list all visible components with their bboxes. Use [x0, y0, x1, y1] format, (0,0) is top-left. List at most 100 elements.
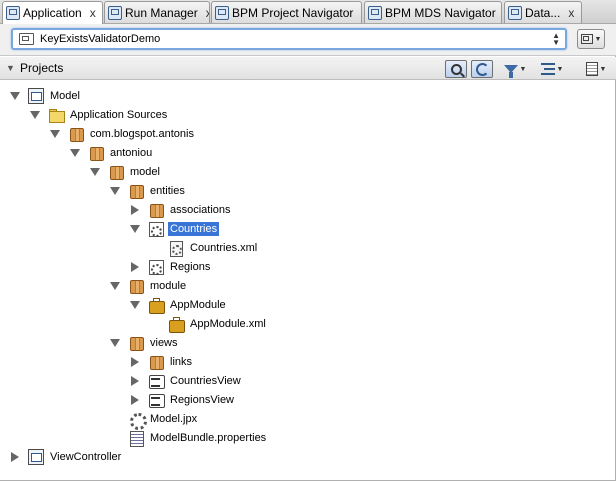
tree-node-com-blogspot-antonis[interactable]: com.blogspot.antonis [50, 124, 196, 143]
package-icon [108, 164, 124, 180]
close-icon[interactable]: x [90, 6, 96, 20]
expand-toggle-icon[interactable] [90, 167, 100, 176]
tree-node-label: entities [150, 184, 185, 197]
project-icon [28, 448, 44, 465]
tree-node-appmodule[interactable]: AppModule [130, 295, 228, 314]
working-sets-button[interactable]: ▼ [539, 60, 565, 78]
xml-file-icon [168, 240, 184, 257]
tree-node-label: ViewController [50, 450, 122, 463]
project-menu-button[interactable]: ▼ [583, 60, 609, 78]
tab-label: BPM MDS Navigator [385, 5, 496, 20]
chevron-down-icon: ▼ [556, 65, 564, 73]
project-icon [28, 87, 44, 104]
tree-node-modelbundle[interactable]: ModelBundle.properties [128, 428, 268, 447]
projects-panel-title[interactable]: Projects [20, 61, 63, 75]
tree-node-label: RegionsView [170, 393, 235, 406]
tree-node-regionsview[interactable]: RegionsView [131, 390, 236, 409]
package-icon [128, 183, 144, 199]
collapse-projects-icon[interactable]: ▼ [6, 63, 15, 73]
tab-data[interactable]: Data... x [504, 1, 582, 23]
collapse-toggle-icon[interactable] [131, 375, 139, 386]
entity-object-icon [148, 221, 164, 237]
expand-toggle-icon[interactable] [70, 148, 80, 157]
updown-arrows-icon: ▲ ▼ [552, 31, 560, 47]
package-icon [148, 354, 164, 370]
chevron-down-icon: ▼ [594, 35, 602, 43]
expand-toggle-icon[interactable] [50, 129, 60, 138]
tree-node-label: links [170, 355, 193, 368]
tree-node-label: CountriesView [170, 374, 241, 387]
project-document-icon [585, 62, 598, 76]
tree-node-label: AppModule.xml [190, 317, 266, 330]
expand-toggle-icon[interactable] [110, 338, 120, 347]
expand-toggle-icon[interactable] [110, 281, 120, 290]
package-icon [128, 335, 144, 351]
tree-node-label: model [130, 165, 160, 178]
sync-button[interactable] [471, 60, 493, 78]
tree-node-views[interactable]: views [110, 333, 180, 352]
close-icon[interactable]: x [568, 6, 574, 20]
tree-node-associations[interactable]: associations [131, 200, 233, 219]
properties-file-icon [128, 430, 144, 447]
tree-node-label: AppModule [170, 298, 226, 311]
tab-bpm-mds-navigator[interactable]: BPM MDS Navigator x [364, 1, 502, 23]
application-select-value: KeyExistsValidatorDemo [40, 33, 161, 45]
collapse-toggle-icon[interactable] [131, 356, 139, 367]
tree-node-label: com.blogspot.antonis [90, 127, 194, 140]
view-object-icon [148, 392, 165, 408]
bpm-project-navigator-icon [215, 5, 229, 20]
tree-node-label: Countries.xml [190, 241, 258, 254]
tab-label: Data... [525, 5, 561, 20]
tab-application[interactable]: Application x [2, 1, 103, 24]
tree-node-links[interactable]: links [131, 352, 194, 371]
application-module-icon [148, 297, 165, 314]
tree-node-module[interactable]: module [110, 276, 188, 295]
entity-object-icon [148, 259, 164, 275]
tree-node-application-sources[interactable]: Application Sources [30, 105, 169, 124]
tree-node-countries-xml[interactable]: Countries.xml [168, 238, 259, 257]
application-menu-icon [580, 34, 593, 44]
expand-toggle-icon[interactable] [110, 186, 120, 195]
jpx-file-icon [128, 411, 147, 430]
collapse-toggle-icon[interactable] [11, 451, 19, 462]
application-menu-button[interactable]: ▼ [577, 29, 605, 49]
tree-node-model-jpx[interactable]: Model.jpx [128, 409, 199, 430]
application-navigator-window: Application x Run Manager x BPM Project … [0, 0, 616, 481]
tab-bpm-project-navigator[interactable]: BPM Project Navigator x [211, 1, 362, 23]
tree-node-model-package[interactable]: model [90, 162, 162, 181]
tree-node-label: Model [50, 89, 80, 102]
tree-node-label: module [150, 279, 187, 292]
expand-toggle-icon[interactable] [30, 110, 40, 119]
collapse-toggle-icon[interactable] [131, 204, 139, 215]
filter-button[interactable]: ▼ [503, 60, 527, 78]
tree-node-regions[interactable]: Regions [131, 257, 212, 276]
data-icon [508, 5, 522, 20]
tree-node-entities[interactable]: entities [110, 181, 187, 200]
tree-node-label: Application Sources [70, 108, 168, 121]
find-button[interactable] [445, 60, 467, 78]
collapse-toggle-icon[interactable] [131, 261, 139, 272]
projects-panel-header: ▼ Projects ▼ ▼ ▼ [0, 57, 616, 80]
tab-label: Run Manager [125, 5, 198, 20]
tree-node-label: associations [170, 203, 231, 216]
tree-node-countriesview[interactable]: CountriesView [131, 371, 243, 390]
application-select[interactable]: KeyExistsValidatorDemo ▲ ▼ [11, 28, 567, 50]
close-icon[interactable]: x [206, 6, 209, 20]
collapse-toggle-icon[interactable] [131, 394, 139, 405]
tree-node-countries[interactable]: Countries [130, 219, 220, 238]
tree-node-viewcontroller[interactable]: ViewController [11, 447, 123, 466]
close-icon[interactable]: x [361, 6, 362, 20]
tree-node-antoniou[interactable]: antoniou [70, 143, 154, 162]
working-sets-icon [540, 63, 555, 75]
search-icon [450, 63, 462, 75]
package-icon [88, 145, 104, 161]
expand-toggle-icon[interactable] [10, 91, 20, 100]
tree-node-label: Model.jpx [150, 412, 198, 425]
tree-node-label: Regions [170, 260, 211, 273]
expand-toggle-icon[interactable] [130, 224, 140, 233]
expand-toggle-icon[interactable] [130, 300, 140, 309]
tree-node-appmodule-xml[interactable]: AppModule.xml [168, 314, 268, 333]
view-object-icon [148, 373, 165, 389]
tab-run-manager[interactable]: Run Manager x [104, 1, 210, 23]
tree-node-model[interactable]: Model [10, 86, 82, 105]
